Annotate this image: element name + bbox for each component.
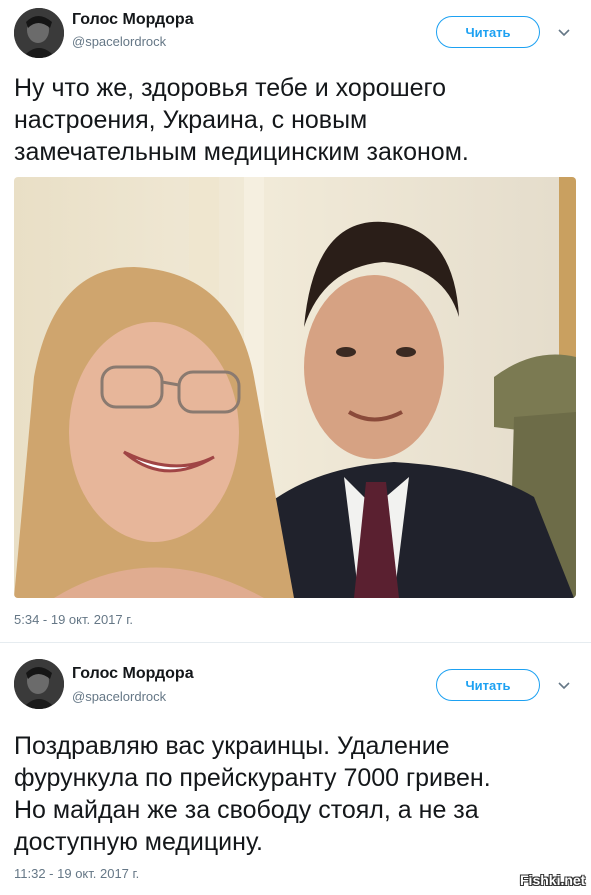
avatar[interactable] [14, 659, 64, 709]
follow-button[interactable]: Читать [436, 669, 540, 701]
tweet-1: Голос Мордора @spacelordrock Читать Ну ч… [0, 0, 591, 640]
tweet-text: Поздравляю вас украинцы. Удаление фурунк… [14, 732, 491, 856]
watermark-logo: Fishki.net [520, 872, 586, 888]
author-handle[interactable]: @spacelordrock [72, 689, 166, 704]
follow-button[interactable]: Читать [436, 16, 540, 48]
divider [0, 642, 591, 643]
author-handle[interactable]: @spacelordrock [72, 34, 166, 49]
tweet-text: Ну что же, здоровья тебе и хорошего наст… [14, 74, 469, 166]
chevron-down-icon[interactable] [556, 677, 572, 693]
timestamp[interactable]: 11:32 - 19 окт. 2017 г. [14, 866, 139, 881]
avatar[interactable] [14, 8, 64, 58]
avatar-image [14, 659, 64, 709]
tweet-photo[interactable] [14, 177, 576, 598]
avatar-image [14, 8, 64, 58]
tweet-2: Голос Мордора @spacelordrock Читать Позд… [0, 645, 591, 895]
selfie-image [14, 177, 576, 598]
chevron-down-icon[interactable] [556, 24, 572, 40]
author-name[interactable]: Голос Мордора [72, 11, 194, 29]
author-name[interactable]: Голос Мордора [72, 665, 194, 683]
timestamp[interactable]: 5:34 - 19 окт. 2017 г. [14, 612, 133, 627]
